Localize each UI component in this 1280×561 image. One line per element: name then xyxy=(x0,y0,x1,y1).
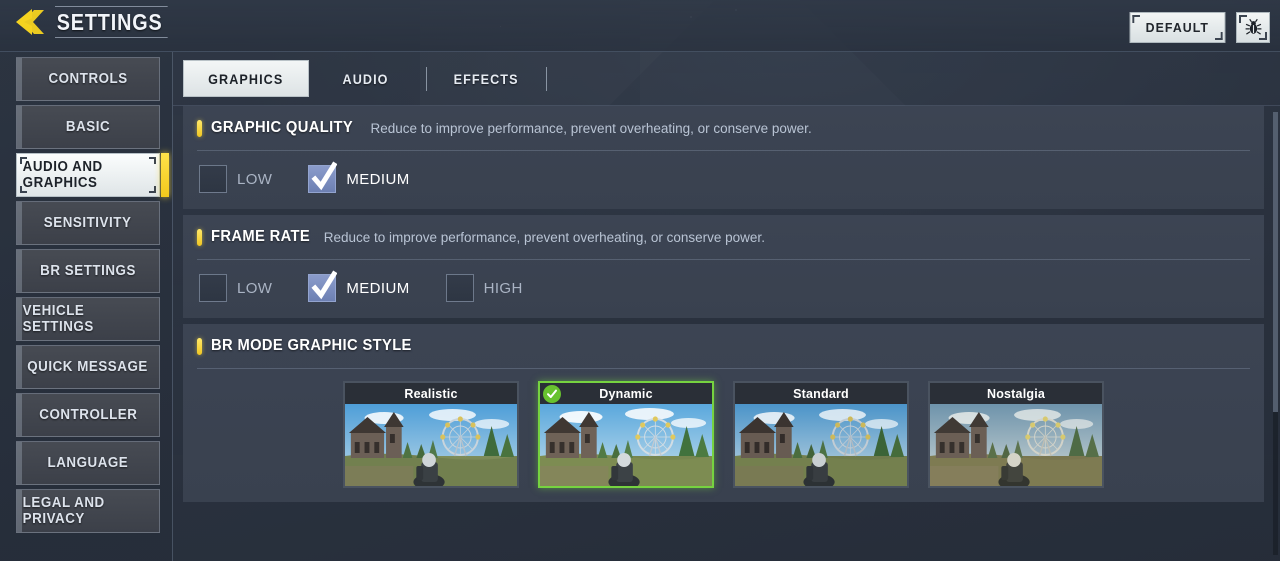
option-label: MEDIUM xyxy=(346,279,410,297)
checkmark-icon xyxy=(311,161,338,191)
graphic-style-caption: Realistic xyxy=(345,383,517,404)
graphic-style-label: Nostalgia xyxy=(986,386,1046,401)
sidebar-item-quick-message[interactable]: QUICK MESSAGE xyxy=(16,345,160,389)
checkbox-checked[interactable] xyxy=(308,161,338,193)
checkbox-unchecked[interactable] xyxy=(445,274,474,302)
settings-screen: SETTINGS DEFAULT CONTROLS BASIC AUDIO AN… xyxy=(0,0,1280,561)
bug-icon xyxy=(1245,18,1261,35)
sidebar-item-controller[interactable]: CONTROLLER xyxy=(16,393,160,437)
graphic-style-caption: Standard xyxy=(735,383,907,404)
sidebar-item-language[interactable]: LANGUAGE xyxy=(16,441,160,485)
option-label: HIGH xyxy=(483,279,523,297)
tab-label: EFFECTS xyxy=(453,70,519,87)
tab-effects[interactable]: EFFECTS xyxy=(429,60,544,97)
section-br-mode-graphic-style: BR MODE GRAPHIC STYLE Realistic Dynamic … xyxy=(183,324,1264,502)
back-arrow-icon[interactable] xyxy=(14,7,48,37)
option-frame-rate-high[interactable]: HIGH xyxy=(445,274,523,302)
sidebar-item-basic[interactable]: BASIC xyxy=(16,105,160,149)
sidebar-item-label: CONTROLLER xyxy=(38,407,138,423)
section-title: GRAPHIC QUALITY xyxy=(211,119,354,136)
option-label: LOW xyxy=(237,279,273,297)
graphic-style-label: Dynamic xyxy=(599,386,653,401)
checkbox-checked[interactable] xyxy=(308,270,338,302)
graphic-style-preview xyxy=(540,404,712,486)
tab-graphics[interactable]: GRAPHICS xyxy=(183,60,309,97)
top-right-controls: DEFAULT xyxy=(1127,12,1270,43)
sidebar-item-label: BASIC xyxy=(65,119,111,135)
sidebar-item-sensitivity[interactable]: SENSITIVITY xyxy=(16,201,160,245)
checkbox-unchecked[interactable] xyxy=(199,165,227,193)
graphic-style-standard[interactable]: Standard xyxy=(733,381,909,488)
page-title: SETTINGS xyxy=(55,6,168,39)
sidebar-item-legal-and-privacy[interactable]: LEGAL AND PRIVACY xyxy=(16,489,160,533)
option-graphic-quality-medium[interactable]: MEDIUM xyxy=(308,161,410,193)
sidebar-item-label: LANGUAGE xyxy=(47,455,129,471)
settings-scroll-area[interactable]: GRAPHIC QUALITY Reduce to improve perfor… xyxy=(173,106,1280,561)
section-options: LOW MEDIUM xyxy=(183,151,1264,209)
scrollbar-thumb[interactable] xyxy=(1273,112,1278,412)
sidebar-item-controls[interactable]: CONTROLS xyxy=(16,57,160,101)
active-indicator-bar xyxy=(161,153,169,197)
content-scrollbar[interactable] xyxy=(1273,112,1278,555)
graphic-style-caption: Dynamic xyxy=(540,383,712,404)
sidebar-item-vehicle-settings[interactable]: VEHICLE SETTINGS xyxy=(16,297,160,341)
section-marker-icon xyxy=(197,228,202,246)
bug-report-button[interactable] xyxy=(1236,12,1270,43)
top-bar: SETTINGS DEFAULT xyxy=(0,0,1280,52)
content-panel: GRAPHICS AUDIO EFFECTS GRAPHIC QUALITY R… xyxy=(172,52,1280,561)
sidebar-item-label: LEGAL AND PRIVACY xyxy=(22,495,105,527)
section-header: FRAME RATE Reduce to improve performance… xyxy=(183,215,1264,259)
graphic-style-label: Realistic xyxy=(404,386,458,401)
tab-divider xyxy=(425,66,427,91)
sidebar-item-label: QUICK MESSAGE xyxy=(27,359,149,375)
section-graphic-quality: GRAPHIC QUALITY Reduce to improve perfor… xyxy=(183,106,1264,209)
graphic-style-label: Standard xyxy=(793,386,849,401)
graphic-style-nostalgia[interactable]: Nostalgia xyxy=(928,381,1104,488)
option-frame-rate-low[interactable]: LOW xyxy=(199,274,272,302)
default-button-label: DEFAULT xyxy=(1145,20,1210,35)
sidebar-item-label: SENSITIVITY xyxy=(44,215,132,231)
sidebar-item-label: VEHICLE SETTINGS xyxy=(22,303,94,335)
sidebar-item-br-settings[interactable]: BR SETTINGS xyxy=(16,249,160,293)
graphic-style-options: Realistic Dynamic Standard Nostalgia xyxy=(183,369,1264,502)
graphic-style-preview xyxy=(735,404,907,486)
checkbox-unchecked[interactable] xyxy=(199,274,227,302)
option-frame-rate-medium[interactable]: MEDIUM xyxy=(308,270,410,302)
section-frame-rate: FRAME RATE Reduce to improve performance… xyxy=(183,215,1264,318)
graphic-style-realistic[interactable]: Realistic xyxy=(343,381,519,488)
selected-check-icon xyxy=(543,385,561,403)
sidebar-item-audio-and-graphics[interactable]: AUDIO AND GRAPHICS xyxy=(16,153,169,197)
graphic-style-preview xyxy=(345,404,517,486)
section-marker-icon xyxy=(197,119,202,137)
section-description: Reduce to improve performance, prevent o… xyxy=(370,120,812,136)
tab-bar[interactable]: GRAPHICS AUDIO EFFECTS xyxy=(173,52,1280,106)
sidebar-item-label: AUDIO AND GRAPHICS xyxy=(22,159,103,191)
option-graphic-quality-low[interactable]: LOW xyxy=(199,165,272,193)
section-header: GRAPHIC QUALITY Reduce to improve perfor… xyxy=(183,106,1264,150)
tab-label: AUDIO xyxy=(342,70,390,87)
tab-audio[interactable]: AUDIO xyxy=(309,60,424,97)
section-title: BR MODE GRAPHIC STYLE xyxy=(211,337,412,354)
tab-label: GRAPHICS xyxy=(208,70,284,87)
graphic-style-preview xyxy=(930,404,1102,486)
graphic-style-caption: Nostalgia xyxy=(930,383,1102,404)
default-button[interactable]: DEFAULT xyxy=(1129,12,1226,43)
graphic-style-dynamic[interactable]: Dynamic xyxy=(538,381,714,488)
section-title: FRAME RATE xyxy=(211,228,311,245)
sidebar[interactable]: CONTROLS BASIC AUDIO AND GRAPHICS SENSIT… xyxy=(0,52,172,561)
option-label: MEDIUM xyxy=(346,170,410,188)
tab-divider xyxy=(545,66,547,91)
page-title-group: SETTINGS xyxy=(14,6,186,39)
section-header: BR MODE GRAPHIC STYLE xyxy=(183,324,1264,368)
section-description: Reduce to improve performance, prevent o… xyxy=(323,229,765,245)
section-marker-icon xyxy=(197,337,202,355)
section-options: LOW MEDIUM HIGH xyxy=(183,260,1264,318)
sidebar-item-label: BR SETTINGS xyxy=(40,263,136,279)
sidebar-item-label: CONTROLS xyxy=(48,71,128,87)
checkmark-icon xyxy=(311,270,338,300)
option-label: LOW xyxy=(237,170,273,188)
